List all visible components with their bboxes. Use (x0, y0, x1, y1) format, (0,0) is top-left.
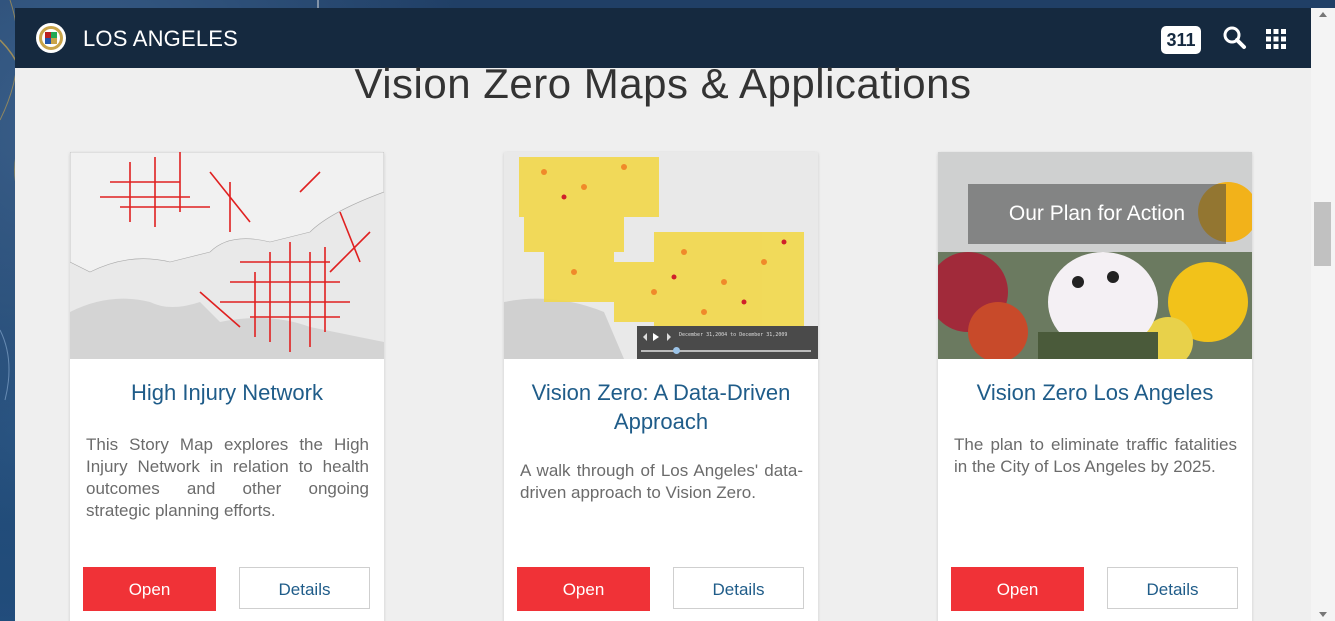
card-thumbnail-map[interactable] (70, 152, 384, 359)
scroll-up-arrow-icon[interactable] (1319, 12, 1327, 17)
open-button[interactable]: Open (951, 567, 1084, 611)
card-description: The plan to eliminate traffic fatalities… (954, 435, 1237, 476)
app-card-data-driven-approach: December 31,2004 to December 31,2009 Vis… (504, 152, 818, 621)
card-thumbnail-map[interactable]: December 31,2004 to December 31,2009 (504, 152, 818, 359)
app-card-high-injury-network: High Injury Network This Story Map explo… (70, 152, 384, 621)
apps-grid-icon[interactable] (1263, 26, 1289, 52)
app-card-vision-zero-los-angeles: Our Plan for Action Vision Zero Los Ange… (938, 152, 1252, 621)
scroll-down-arrow-icon[interactable] (1319, 612, 1327, 617)
card-title[interactable]: High Injury Network (84, 378, 370, 407)
card-title[interactable]: Vision Zero: A Data-Driven Approach (518, 378, 804, 436)
time-slider-player[interactable]: December 31,2004 to December 31,2009 (637, 326, 818, 359)
card-description: This Story Map explores the High Injury … (86, 435, 369, 520)
time-slider-track[interactable] (641, 350, 811, 352)
browser-viewport: LOS ANGELES 311 Vision Zero Maps & Appli… (15, 8, 1311, 621)
search-icon[interactable] (1221, 24, 1249, 52)
details-button[interactable]: Details (673, 567, 804, 609)
vertical-scrollbar[interactable] (1311, 8, 1335, 621)
time-slider-handle[interactable] (673, 347, 680, 354)
card-thumbnail-photo[interactable]: Our Plan for Action (938, 152, 1252, 359)
311-button[interactable]: 311 (1161, 26, 1201, 54)
card-title[interactable]: Vision Zero Los Angeles (952, 378, 1238, 407)
card-description: A walk through of Los Angeles' data-driv… (520, 461, 803, 502)
page-title: Vision Zero Maps & Applications (354, 60, 972, 107)
details-button[interactable]: Details (1107, 567, 1238, 609)
site-brand-name[interactable]: LOS ANGELES (83, 26, 238, 52)
site-header: LOS ANGELES 311 (15, 8, 1311, 68)
details-button[interactable]: Details (239, 567, 370, 609)
image-overlay-caption: Our Plan for Action (968, 184, 1226, 244)
scrollbar-thumb[interactable] (1314, 202, 1331, 266)
open-button[interactable]: Open (517, 567, 650, 611)
open-button[interactable]: Open (83, 567, 216, 611)
time-range-label: December 31,2004 to December 31,2009 (679, 332, 788, 338)
la-seal-icon[interactable] (35, 22, 67, 54)
